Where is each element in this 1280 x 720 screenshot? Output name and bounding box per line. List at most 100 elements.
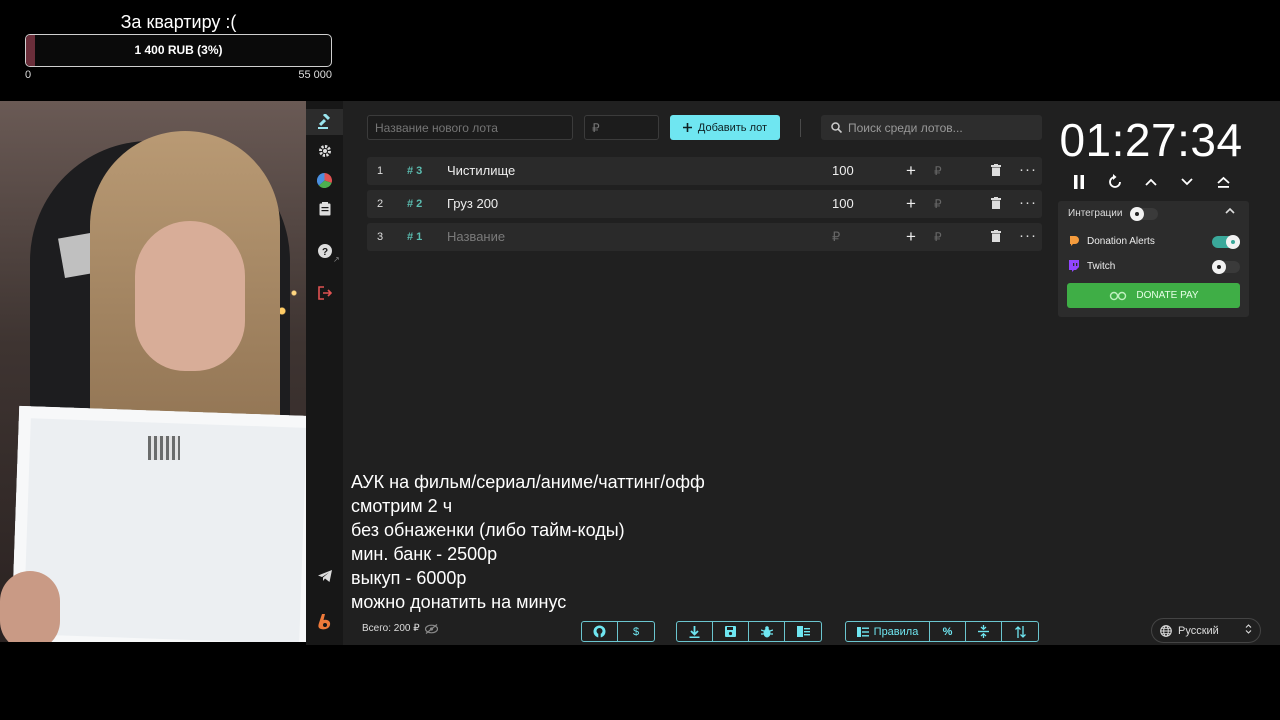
file-button-group	[676, 621, 822, 642]
gear-icon	[318, 145, 331, 157]
add-lot-button[interactable]: Добавить лот	[670, 115, 780, 140]
sidebar-item-logout[interactable]	[306, 280, 343, 306]
add-amount-button[interactable]: +	[906, 157, 916, 185]
sidebar-item-stats[interactable]	[306, 167, 343, 193]
integrations-panel: Интеграции Donation Alerts Twitch DONATE…	[1058, 201, 1249, 317]
telegram-icon	[317, 570, 332, 582]
github-button[interactable]	[582, 622, 618, 641]
donatepay-icon	[1110, 291, 1127, 300]
donate-link-button[interactable]: $	[618, 622, 654, 641]
info-line: смотрим 2 ч	[351, 496, 453, 516]
select-arrows-icon	[1245, 624, 1252, 637]
globe-icon	[1160, 624, 1172, 637]
lot-amount[interactable]: 100	[832, 157, 854, 185]
sidebar: ? ↗	[306, 101, 343, 645]
lot-id: # 1	[407, 231, 423, 243]
sidebar-item-auction[interactable]	[306, 109, 343, 135]
pause-button[interactable]	[1066, 171, 1092, 193]
lot-row: 2 # 2 Груз 200 100 + ₽ ···	[367, 190, 1042, 218]
save-button[interactable]	[713, 622, 749, 641]
lot-amount[interactable]: ₽	[832, 223, 840, 251]
new-lot-price-input[interactable]	[584, 115, 659, 140]
new-lot-name-input[interactable]	[367, 115, 573, 140]
integrations-title: Интеграции	[1068, 208, 1123, 219]
donate-pay-button[interactable]: DONATE PAY	[1067, 283, 1240, 308]
donationalerts-icon	[1070, 236, 1079, 246]
clipboard-icon	[319, 202, 330, 216]
archive-icon	[796, 626, 810, 637]
trash-icon[interactable]	[991, 164, 1001, 176]
bug-icon	[760, 625, 773, 637]
eye-off-icon[interactable]	[424, 623, 438, 634]
lot-id: # 2	[407, 198, 423, 210]
goal-scale: 0 55 000	[25, 69, 332, 81]
gavel-icon	[317, 114, 330, 129]
report-bug-button[interactable]	[749, 622, 785, 641]
info-line: без обнаженки (либо тайм-коды)	[351, 520, 625, 540]
sort-button[interactable]	[1002, 622, 1038, 641]
donate-pay-label: DONATE PAY	[1136, 290, 1199, 301]
sort-icon	[1014, 625, 1026, 638]
add-amount-button[interactable]: +	[906, 190, 916, 218]
rules-button[interactable]: Правила	[846, 622, 930, 641]
add-amount-input[interactable]: ₽	[934, 223, 942, 251]
qr-sticker	[148, 436, 180, 460]
lot-name[interactable]: Чистилище	[447, 157, 515, 185]
merge-lots-button[interactable]	[966, 622, 1002, 641]
more-options-icon[interactable]: ···	[1019, 223, 1037, 249]
lot-name[interactable]: Название	[447, 223, 505, 251]
download-button[interactable]	[677, 622, 713, 641]
lot-amount[interactable]: 100	[832, 190, 854, 218]
webcam-feed	[0, 101, 306, 642]
add-amount-input[interactable]: ₽	[934, 190, 942, 218]
streamer-hand	[0, 571, 60, 642]
sidebar-item-history[interactable]	[306, 196, 343, 222]
dollar-icon: $	[632, 625, 640, 638]
goal-progress-label: 1 400 RUB (3%)	[134, 43, 223, 57]
lot-search-input[interactable]: Поиск среди лотов...	[821, 115, 1042, 140]
percent-button[interactable]: %	[930, 622, 966, 641]
plus-icon	[682, 123, 692, 132]
integration-name: Donation Alerts	[1087, 235, 1155, 247]
lot-position: 3	[377, 231, 384, 243]
integration-name: Twitch	[1087, 260, 1116, 272]
trash-icon[interactable]	[991, 197, 1001, 209]
donation-alerts-toggle[interactable]	[1212, 235, 1240, 249]
percent-icon: %	[942, 625, 953, 638]
rules-label: Правила	[873, 625, 919, 638]
total-label: Всего: 200 ₽	[362, 623, 420, 634]
search-icon	[831, 122, 842, 133]
trash-icon[interactable]	[991, 230, 1001, 242]
sidebar-item-telegram[interactable]	[306, 563, 343, 589]
external-link-icon: ↗	[333, 255, 340, 264]
reset-timer-button[interactable]	[1102, 171, 1128, 193]
add-time-button[interactable]	[1138, 171, 1164, 193]
add-amount-input[interactable]: ₽	[934, 157, 942, 185]
list-icon	[856, 626, 869, 637]
chevron-down-icon	[1181, 178, 1193, 186]
more-options-icon[interactable]: ···	[1019, 157, 1037, 183]
sidebar-item-boosty[interactable]	[306, 609, 343, 635]
pause-icon	[1074, 175, 1084, 189]
subtract-time-button[interactable]	[1174, 171, 1200, 193]
double-time-button[interactable]	[1210, 171, 1236, 193]
donation-goal-widget: За квартиру :( 1 400 RUB (3%) 0 55 000	[25, 10, 332, 81]
toolbar-divider	[800, 119, 801, 137]
total-amount: Всего: 200 ₽	[362, 623, 438, 634]
github-icon	[593, 625, 606, 638]
twitch-toggle[interactable]	[1212, 260, 1240, 274]
lot-row: 1 # 3 Чистилище 100 + ₽ ···	[367, 157, 1042, 185]
language-select[interactable]: Русский	[1151, 618, 1261, 643]
timer-controls	[1066, 171, 1236, 193]
integrations-master-toggle[interactable]	[1130, 207, 1158, 221]
add-amount-button[interactable]: +	[906, 223, 916, 251]
chevron-up-icon[interactable]	[1225, 207, 1235, 215]
links-button-group: $	[581, 621, 655, 642]
goal-max: 55 000	[298, 69, 332, 81]
more-options-icon[interactable]: ···	[1019, 190, 1037, 216]
archive-button[interactable]	[785, 622, 821, 641]
sidebar-item-settings[interactable]	[306, 138, 343, 164]
chevron-up-icon	[1145, 178, 1157, 186]
lot-name[interactable]: Груз 200	[447, 190, 498, 218]
lot-id: # 3	[407, 165, 423, 177]
